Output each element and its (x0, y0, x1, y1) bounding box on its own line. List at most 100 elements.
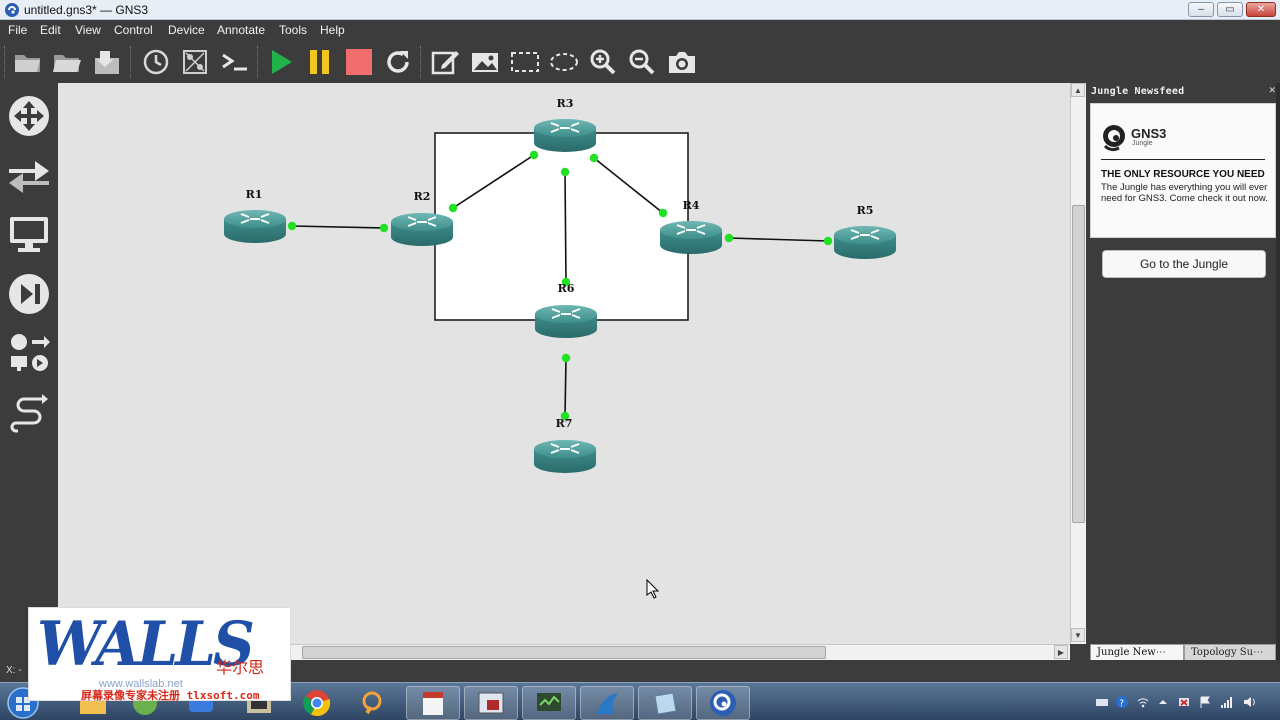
browse-security-devices-icon[interactable] (6, 271, 52, 317)
router-r2[interactable] (391, 213, 453, 246)
menu-view[interactable]: View (75, 23, 101, 37)
network-icon[interactable] (1177, 695, 1191, 709)
show-interface-labels-icon[interactable] (178, 45, 212, 79)
link-status-dot (529, 150, 539, 160)
router-r7[interactable] (534, 440, 596, 473)
router-label: R2 (414, 190, 431, 203)
dock-close-icon[interactable]: ✕ (1268, 85, 1276, 96)
scroll-down-arrow-icon[interactable]: ▼ (1071, 628, 1085, 642)
dock-tabs: Jungle New⋯ Topology Su⋯ (1086, 642, 1280, 662)
mouse-cursor (646, 578, 660, 599)
browse-end-devices-icon[interactable] (6, 211, 52, 257)
jungle-newsfeed-dock: Jungle Newsfeed ✕ GNS3 Jungle THE ONLY R… (1086, 83, 1280, 660)
router-r5[interactable] (834, 226, 896, 259)
horizontal-scroll-thumb[interactable] (302, 646, 826, 659)
add-note-icon[interactable] (428, 45, 462, 79)
browse-routers-icon[interactable] (6, 93, 52, 139)
vertical-scroll-thumb[interactable] (1072, 205, 1085, 523)
tab-jungle-newsfeed[interactable]: Jungle New⋯ (1090, 644, 1184, 661)
browse-switches-icon[interactable] (6, 152, 52, 198)
keyboard-icon[interactable] (1095, 695, 1109, 709)
flag-icon[interactable] (1198, 695, 1212, 709)
insert-picture-icon[interactable] (468, 45, 502, 79)
wireshark-icon[interactable] (580, 686, 634, 720)
link-status-dot (287, 221, 297, 231)
window-manager-icon[interactable] (464, 686, 518, 720)
network-monitor-icon[interactable] (522, 686, 576, 720)
console-icon[interactable] (218, 45, 252, 79)
add-link-icon[interactable] (6, 390, 52, 436)
chrome-icon[interactable] (290, 686, 344, 720)
topology-canvas[interactable]: R1 R2 R3 R4 R5 R6 R7 (58, 83, 1070, 644)
save-icon[interactable] (90, 45, 124, 79)
link-status-dot (823, 236, 833, 246)
link-status-dot (724, 233, 734, 243)
open-project-icon[interactable] (50, 45, 84, 79)
close-button[interactable]: ✕ (1246, 2, 1276, 17)
menu-file[interactable]: File (8, 23, 27, 37)
tab-topology-summary[interactable]: Topology Su⋯ (1184, 644, 1276, 661)
canvas-vertical-scrollbar[interactable]: ▲ ▼ (1070, 83, 1086, 644)
help-icon[interactable]: ? (1115, 695, 1129, 709)
router-r1[interactable] (224, 210, 286, 243)
menu-bar: File Edit View Control Device Annotate T… (0, 20, 1280, 41)
minimize-button[interactable]: – (1188, 2, 1214, 17)
scroll-up-arrow-icon[interactable]: ▲ (1071, 83, 1085, 97)
router-r6[interactable] (535, 305, 597, 338)
volume-icon[interactable] (1243, 695, 1257, 709)
router-r3[interactable] (534, 119, 596, 152)
link-r1-r2[interactable] (291, 225, 385, 229)
go-to-jungle-button[interactable]: Go to the Jungle (1102, 250, 1266, 278)
menu-control[interactable]: Control (114, 23, 153, 37)
menu-device[interactable]: Device (168, 23, 205, 37)
draw-rectangle-icon[interactable] (508, 45, 542, 79)
router-label: R3 (557, 97, 574, 110)
router-label: R1 (246, 188, 263, 201)
scroll-right-arrow-icon[interactable]: ▶ (1054, 645, 1068, 659)
link-r6-r7[interactable] (564, 357, 567, 417)
svg-text:?: ? (1119, 699, 1124, 709)
router-r4[interactable] (660, 221, 722, 254)
screenshot-icon[interactable] (665, 45, 699, 79)
search-tool-icon[interactable] (346, 686, 400, 720)
link-status-dot (560, 167, 570, 177)
zoom-out-icon[interactable] (625, 45, 659, 79)
stop-all-icon[interactable] (342, 45, 376, 79)
status-coordinates: X: - (6, 665, 22, 676)
menu-help[interactable]: Help (320, 23, 345, 37)
show-hidden-icon[interactable] (1156, 695, 1170, 709)
link-status-dot (448, 203, 458, 213)
watermark-registration: 屏幕录像专家未注册 tlxsoft.com (81, 689, 260, 702)
menu-tools[interactable]: Tools (279, 23, 307, 37)
reload-all-icon[interactable] (381, 45, 415, 79)
link-r3-r6[interactable] (564, 171, 567, 283)
start-all-icon[interactable] (264, 45, 298, 79)
gns3-icon[interactable] (696, 686, 750, 720)
menu-annotate[interactable]: Annotate (217, 23, 265, 37)
link-r4-r5[interactable] (728, 237, 829, 242)
title-bar: untitled.gns3* — GNS3 – ▭ ✕ (0, 0, 1280, 20)
maximize-button[interactable]: ▭ (1217, 2, 1243, 17)
browse-all-devices-icon[interactable] (6, 330, 52, 376)
router-label: R6 (558, 282, 575, 295)
watermark-logo: WALLS 华尔思 www.wallslab.net 屏幕录像专家未注册 tlx… (28, 607, 291, 702)
gns3-jungle-logo-icon (1103, 125, 1125, 152)
zoom-in-icon[interactable] (586, 45, 620, 79)
notepad-icon[interactable] (406, 686, 460, 720)
topology-svg: R1 R2 R3 R4 R5 R6 R7 (224, 97, 896, 599)
wifi-icon[interactable] (1136, 695, 1150, 709)
router-label: R4 (683, 199, 700, 212)
signal-icon[interactable] (1220, 695, 1234, 709)
open-folder-icon[interactable] (11, 45, 45, 79)
suspend-all-icon[interactable] (303, 45, 337, 79)
toolbar (0, 41, 1280, 83)
menu-edit[interactable]: Edit (40, 23, 61, 37)
window-title: untitled.gns3* — GNS3 (24, 3, 149, 17)
gns3-window: untitled.gns3* — GNS3 – ▭ ✕ File Edit Vi… (0, 0, 1280, 720)
editor-icon[interactable] (638, 686, 692, 720)
snapshot-clock-icon[interactable] (139, 45, 173, 79)
jungle-logo-subtitle: Jungle (1132, 140, 1153, 147)
canvas-horizontal-scrollbar[interactable]: ▶ (290, 644, 1070, 660)
card-heading: THE ONLY RESOURCE YOU NEED (1101, 169, 1265, 180)
draw-ellipse-icon[interactable] (547, 45, 581, 79)
